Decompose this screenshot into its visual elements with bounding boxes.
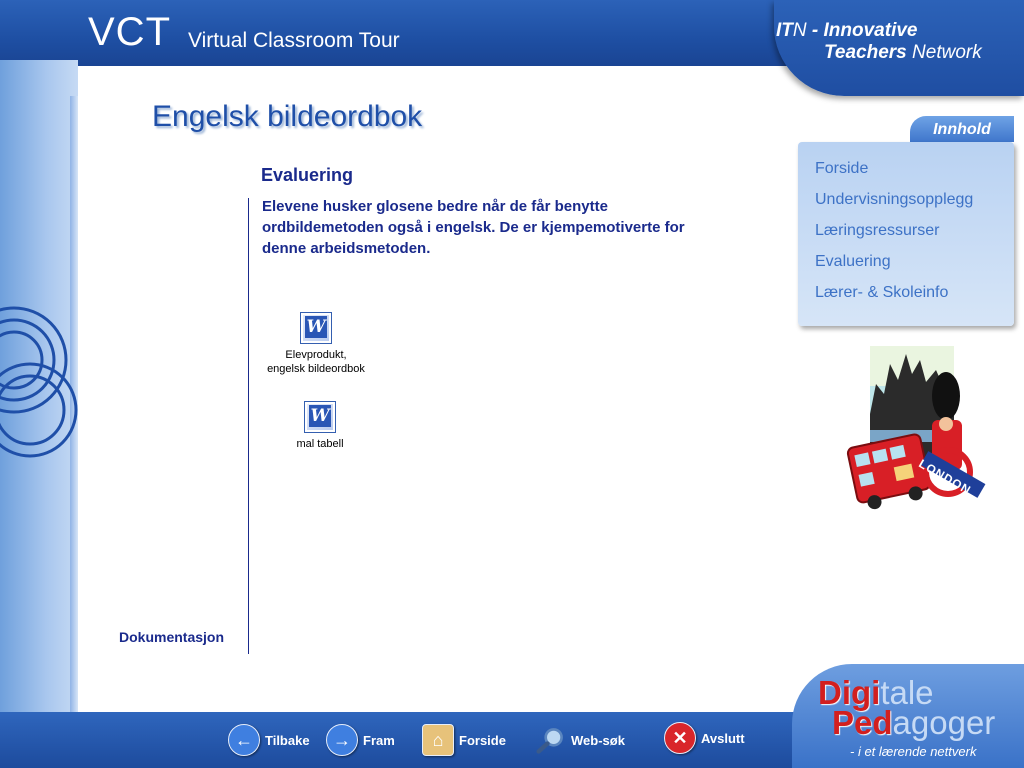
close-icon: ✕ [664, 722, 696, 754]
arrow-left-icon: ← [228, 724, 260, 756]
forward-button[interactable]: → Fram [326, 722, 395, 758]
documentation-label: Dokumentasjon [119, 629, 225, 645]
contents-tab: Innhold [910, 116, 1014, 142]
footer-tagline: - i et lærende nettverk [850, 744, 977, 759]
menu-item-forside[interactable]: Forside [815, 160, 868, 178]
word-document-icon[interactable]: W [304, 401, 336, 433]
digitale-pedagoger-logo: Digitale Pedagoger [818, 674, 996, 741]
brand-logo: VCT [88, 10, 171, 54]
file-label-line1: Elevprodukt, [285, 349, 347, 361]
house-icon: ⌂ [422, 724, 454, 756]
file-elevprodukt[interactable]: W Elevprodukt, engelsk bildeordbok [260, 312, 372, 376]
file-mal-tabell[interactable]: W mal tabell [272, 401, 368, 451]
content-divider [248, 198, 249, 654]
back-button[interactable]: ← Tilbake [228, 722, 310, 758]
london-clipart [846, 346, 986, 510]
menu-item-laeringsressurser[interactable]: Læringsressurser [815, 222, 939, 240]
evaluation-text: Elevene husker glosene bedre når de får … [262, 198, 685, 257]
section-title: Evaluering [261, 165, 354, 185]
word-document-icon[interactable]: W [300, 312, 332, 344]
menu-item-evaluering[interactable]: Evaluering [815, 253, 891, 271]
file-label-line2: engelsk bildeordbok [267, 363, 365, 375]
menu-item-laerer-skoleinfo[interactable]: Lærer- & Skoleinfo [815, 284, 948, 302]
home-button[interactable]: ⌂ Forside [422, 722, 506, 758]
rings-decoration-icon [0, 306, 78, 458]
exit-button[interactable]: ✕ Avslutt [664, 720, 745, 756]
contents-menu: Forside Undervisningsopplegg Læringsress… [798, 142, 1014, 326]
web-search-button[interactable]: Web-søk [536, 722, 625, 758]
magnifier-icon [536, 725, 566, 755]
file-label: mal tabell [296, 438, 344, 450]
menu-item-undervisningsopplegg[interactable]: Undervisningsopplegg [815, 191, 973, 209]
page-title: Engelsk bildeordbok [152, 100, 423, 133]
arrow-right-icon: → [326, 724, 358, 756]
brand-subtitle: Virtual Classroom Tour [188, 29, 400, 52]
